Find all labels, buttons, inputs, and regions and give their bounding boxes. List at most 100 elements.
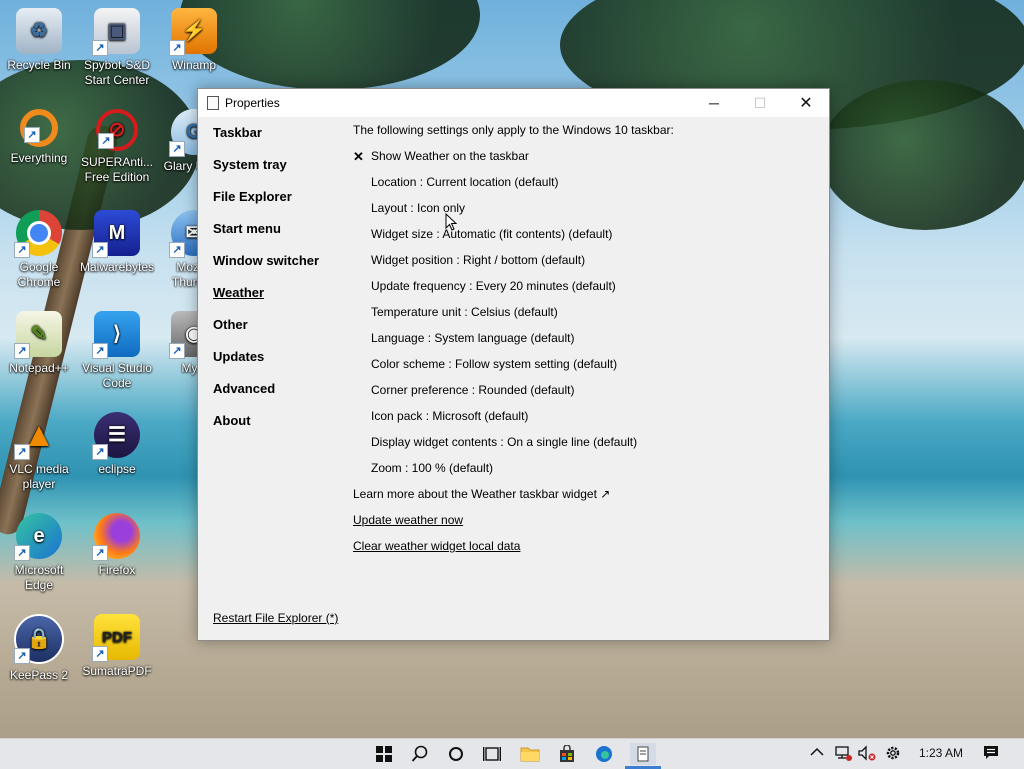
keepass-icon: 🔒 ↗ (14, 614, 64, 664)
show-weather-toggle[interactable]: ✕ Show Weather on the taskbar (353, 149, 813, 175)
superantispyware-icon: ⊘ ↗ (96, 109, 138, 151)
search-icon (411, 745, 428, 762)
taskbar-clock[interactable]: 1:23 AM (919, 746, 963, 760)
setting-widget-size[interactable]: Widget size : Automatic (fit contents) (… (353, 227, 813, 253)
malwarebytes-icon: M ↗ (92, 210, 140, 258)
minimize-button[interactable]: ─ (691, 89, 737, 117)
windows-logo-icon (376, 746, 392, 762)
taskbar: 1:23 AM (0, 738, 1024, 769)
sidebar-item-system-tray[interactable]: System tray (213, 157, 333, 189)
mouse-cursor-icon (445, 213, 457, 231)
sidebar-nav: Taskbar System tray File Explorer Start … (213, 125, 333, 445)
folder-icon (520, 747, 540, 762)
recycle-bin-icon: ♻ (16, 8, 62, 54)
sidebar-item-start-menu[interactable]: Start menu (213, 221, 333, 253)
sidebar-item-window-switcher[interactable]: Window switcher (213, 253, 333, 285)
setting-widget-position[interactable]: Widget position : Right / bottom (defaul… (353, 253, 813, 279)
task-view-button[interactable] (481, 743, 503, 765)
desktop-icon-label: Everything (10, 151, 68, 165)
desktop-icon-winamp[interactable]: ⚡ ↗ Winamp (156, 8, 232, 73)
properties-taskbar-button[interactable] (630, 743, 656, 765)
cortana-button[interactable] (445, 743, 467, 765)
store-taskbar-button[interactable] (556, 743, 578, 765)
sumatrapdf-icon: PDF ↗ (92, 614, 140, 662)
close-button[interactable]: ✕ (783, 89, 829, 117)
desktop-icon-chrome[interactable]: ↗ Google Chrome (1, 210, 77, 290)
volume-tray-button[interactable] (857, 745, 877, 764)
sidebar-item-other[interactable]: Other (213, 317, 333, 349)
firefox-icon: ↗ (92, 513, 140, 561)
desktop-icon-notepad-plus-plus[interactable]: ✎ ↗ Notepad++ (1, 311, 77, 376)
clear-weather-data-link[interactable]: Clear weather widget local data (353, 539, 813, 565)
learn-more-link[interactable]: Learn more about the Weather taskbar wid… (353, 487, 813, 513)
setting-location[interactable]: Location : Current location (default) (353, 175, 813, 201)
desktop-icon-label: SUPERAnti... Free Edition (80, 155, 154, 184)
setting-layout[interactable]: Layout : Icon only (353, 201, 813, 227)
desktop-icon-label: KeePass 2 (9, 668, 69, 682)
desktop-icon-label: eclipse (98, 462, 136, 476)
desktop-icon-vlc[interactable]: ▲ ↗ VLC media player (1, 412, 77, 492)
file-explorer-taskbar-button[interactable] (519, 743, 541, 765)
everything-search-icon: ↗ (20, 109, 58, 147)
sidebar-item-updates[interactable]: Updates (213, 349, 333, 381)
start-button[interactable] (373, 743, 395, 765)
desktop-icon-edge[interactable]: e ↗ Microsoft Edge (1, 513, 77, 593)
setting-update-frequency[interactable]: Update frequency : Every 20 minutes (def… (353, 279, 813, 305)
desktop-icon-label: Spybot-S&D Start Center (83, 58, 151, 87)
task-view-icon (483, 747, 501, 761)
desktop-icon-firefox[interactable]: ↗ Firefox (79, 513, 155, 578)
desktop-icon-eclipse[interactable]: ☰ ↗ eclipse (79, 412, 155, 477)
desktop-icon-recycle-bin[interactable]: ♻ Recycle Bin (1, 8, 77, 73)
sidebar-item-weather[interactable]: Weather (213, 285, 333, 317)
desktop-icon-label: Google Chrome (17, 260, 61, 289)
desktop-icon-label: Notepad++ (9, 361, 69, 375)
desktop-icon-superantispyware[interactable]: ⊘ ↗ SUPERAnti... Free Edition (79, 109, 155, 185)
desktop-icon-label: VLC media player (9, 462, 69, 491)
action-center-button[interactable] (983, 745, 999, 764)
weather-settings-panel: The following settings only apply to the… (353, 123, 813, 565)
speaker-muted-icon (858, 745, 876, 761)
vlc-icon: ▲ ↗ (14, 412, 62, 460)
sidebar-item-about[interactable]: About (213, 413, 333, 445)
sidebar-item-taskbar[interactable]: Taskbar (213, 125, 333, 157)
setting-display-widget-contents[interactable]: Display widget contents : On a single li… (353, 435, 813, 461)
gear-icon (886, 746, 900, 760)
notifications-icon (984, 746, 998, 759)
sidebar-item-advanced[interactable]: Advanced (213, 381, 333, 413)
search-button[interactable] (409, 743, 431, 765)
desktop-icon-malwarebytes[interactable]: M ↗ Malwarebytes (79, 210, 155, 275)
cortana-icon (449, 747, 463, 761)
winamp-icon: ⚡ ↗ (169, 8, 217, 56)
title-bar[interactable]: Properties ─ ☐ ✕ (198, 89, 829, 117)
update-weather-link[interactable]: Update weather now (353, 513, 813, 539)
desktop-icon-spybot[interactable]: ▣ ↗ Spybot-S&D Start Center (79, 8, 155, 88)
setting-language[interactable]: Language : System language (default) (353, 331, 813, 357)
weather-settings-tray-button[interactable] (885, 745, 901, 764)
desktop-icon-label: Winamp (171, 58, 216, 72)
desktop-icon-label: SumatraPDF (82, 664, 152, 678)
show-hidden-icons-button[interactable] (810, 745, 824, 760)
desktop-icon-sumatrapdf[interactable]: PDF ↗ SumatraPDF (79, 614, 155, 679)
edge-taskbar-button[interactable] (593, 743, 615, 765)
sidebar-item-file-explorer[interactable]: File Explorer (213, 189, 333, 221)
notepad-plus-plus-icon: ✎ ↗ (14, 311, 62, 359)
restart-file-explorer-link[interactable]: Restart File Explorer (*) (213, 611, 338, 625)
chevron-up-icon (810, 747, 824, 756)
setting-zoom[interactable]: Zoom : 100 % (default) (353, 461, 813, 487)
setting-corner-preference[interactable]: Corner preference : Rounded (default) (353, 383, 813, 409)
desktop-icon-vscode[interactable]: ⟩ ↗ Visual Studio Code (79, 311, 155, 391)
setting-temperature-unit[interactable]: Temperature unit : Celsius (default) (353, 305, 813, 331)
properties-window: Properties ─ ☐ ✕ Taskbar System tray Fil… (197, 88, 830, 641)
spybot-icon: ▣ ↗ (92, 8, 140, 56)
setting-icon-pack[interactable]: Icon pack : Microsoft (default) (353, 409, 813, 435)
desktop-icon-everything[interactable]: ↗ Everything (1, 109, 77, 166)
network-tray-button[interactable] (834, 745, 852, 764)
vscode-icon: ⟩ ↗ (92, 311, 140, 359)
desktop-icon-label: Malwarebytes (79, 260, 155, 274)
network-icon (835, 746, 852, 761)
desktop-icon-keepass[interactable]: 🔒 ↗ KeePass 2 (1, 614, 77, 683)
maximize-button[interactable]: ☐ (737, 89, 783, 117)
setting-color-scheme[interactable]: Color scheme : Follow system setting (de… (353, 357, 813, 383)
desktop-icon-label: Firefox (98, 563, 136, 577)
desktop-icon-label: Visual Studio Code (82, 361, 152, 390)
